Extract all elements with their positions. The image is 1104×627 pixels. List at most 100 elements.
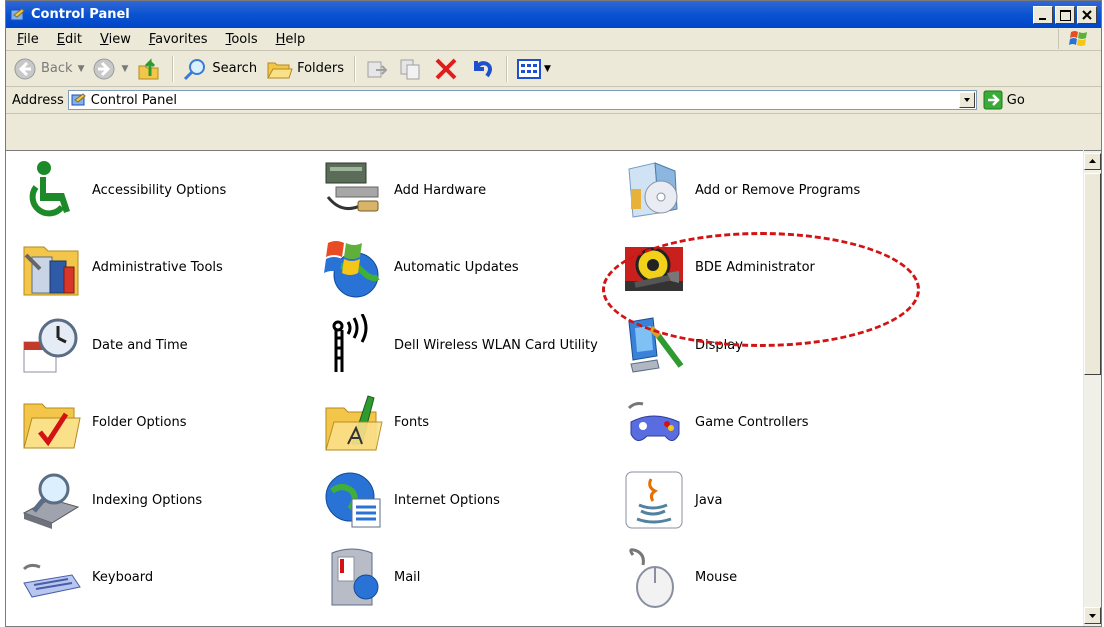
forward-arrow-icon <box>93 58 115 79</box>
address-dropdown-button[interactable] <box>958 92 975 108</box>
item-dell-wireless-wlan-card-utility[interactable]: Dell Wireless WLAN Card Utility <box>322 314 623 376</box>
up-folder-icon <box>138 57 159 79</box>
monitor-brush-icon <box>628 317 684 373</box>
gamepad-icon <box>627 401 680 441</box>
item-label: Indexing Options <box>92 492 203 508</box>
item-add-or-remove-programs[interactable]: Add or Remove Programs <box>623 159 923 221</box>
item-folder-options[interactable]: Folder Options <box>20 392 322 454</box>
go-arrow-icon <box>983 90 1003 110</box>
address-bar: Address Control Panel Go <box>6 87 1101 114</box>
back-button[interactable]: Back ▼ <box>10 54 87 84</box>
menu-view[interactable]: View <box>91 32 140 47</box>
views-icon <box>517 58 542 79</box>
item-label: BDE Administrator <box>695 260 815 275</box>
icon-grid: Accessibility Options Add Hardware Add o… <box>20 159 923 624</box>
back-dropdown-icon[interactable]: ▼ <box>78 64 85 74</box>
menu-help[interactable]: Help <box>267 32 315 47</box>
item-fonts[interactable]: Fonts <box>322 392 623 454</box>
menu-tools[interactable]: Tools <box>217 32 267 47</box>
move-to-button[interactable] <box>361 54 393 84</box>
item-internet-options[interactable]: Internet Options <box>322 469 623 531</box>
toolbar-separator <box>354 55 357 82</box>
item-java[interactable]: Java <box>623 469 923 531</box>
forward-button[interactable]: ▼ <box>89 54 131 84</box>
views-dropdown-icon[interactable]: ▼ <box>544 64 551 74</box>
item-administrative-tools[interactable]: Administrative Tools <box>20 237 322 299</box>
keyboard-icon <box>22 563 81 598</box>
search-button[interactable]: Search <box>179 54 260 84</box>
folders-label: Folders <box>297 61 345 76</box>
item-bde-administrator[interactable]: BDE Administrator <box>623 237 923 299</box>
control-panel-window: Control Panel File Edit View Favorites T… <box>5 0 1102 627</box>
item-indexing-options[interactable]: Indexing Options <box>20 469 322 531</box>
address-value: Control Panel <box>90 92 177 108</box>
folders-icon <box>267 62 293 78</box>
forward-dropdown-icon[interactable]: ▼ <box>121 64 128 74</box>
globe-list-icon <box>325 472 381 528</box>
undo-button[interactable] <box>465 54 499 84</box>
copy-to-icon <box>400 59 420 79</box>
scroll-thumb[interactable] <box>1084 173 1101 375</box>
item-label: Dell Wireless WLAN Card Utility <box>394 337 598 353</box>
scroll-down-button[interactable] <box>1084 607 1101 624</box>
address-label: Address <box>12 92 64 108</box>
admin-tools-icon <box>23 246 79 295</box>
menu-file[interactable]: File <box>8 32 48 47</box>
standard-toolbar: Back ▼ ▼ Search Folders ▼ <box>6 51 1101 87</box>
java-cup-icon <box>625 471 683 529</box>
item-game-controllers[interactable]: Game Controllers <box>623 392 923 454</box>
fonts-folder-icon <box>325 394 383 450</box>
windows-logo-icon <box>1058 29 1099 49</box>
folder-check-icon <box>23 403 81 448</box>
item-label: Fonts <box>394 415 430 430</box>
item-accessibility-options[interactable]: Accessibility Options <box>20 159 322 221</box>
copy-to-button[interactable] <box>395 54 427 84</box>
back-arrow-icon <box>14 58 36 79</box>
search-label: Search <box>212 61 258 76</box>
item-label: Internet Options <box>394 492 500 508</box>
menu-favorites[interactable]: Favorites <box>140 32 217 47</box>
item-keyboard[interactable]: Keyboard <box>20 547 322 609</box>
wheelchair-icon <box>29 161 70 217</box>
close-button[interactable] <box>1077 5 1097 24</box>
back-label: Back <box>41 61 73 76</box>
chevron-down-icon <box>1089 614 1096 618</box>
menu-edit[interactable]: Edit <box>48 32 91 47</box>
item-add-hardware[interactable]: Add Hardware <box>322 159 623 221</box>
search-icon <box>184 58 206 80</box>
item-date-and-time[interactable]: Date and Time <box>20 314 322 376</box>
up-folder-button[interactable] <box>133 54 165 84</box>
item-mail[interactable]: Mail <box>322 547 623 609</box>
item-label: Game Controllers <box>695 415 809 430</box>
control-panel-icon <box>10 7 25 20</box>
maximize-button[interactable] <box>1055 5 1075 24</box>
windows-globe-icon <box>324 240 380 297</box>
undo-icon <box>474 60 493 77</box>
address-field[interactable]: Control Panel <box>67 90 977 110</box>
chevron-up-icon <box>1089 159 1096 163</box>
go-label: Go <box>1006 92 1025 108</box>
item-label: Date and Time <box>92 337 188 353</box>
item-display[interactable]: Display <box>623 314 923 376</box>
chevron-down-icon <box>963 98 970 102</box>
minimize-button[interactable] <box>1033 5 1053 24</box>
views-button[interactable]: ▼ <box>513 54 554 84</box>
control-panel-items-view: Accessibility Options Add Hardware Add o… <box>6 150 1083 626</box>
item-label: Mail <box>394 570 421 585</box>
hardware-icon <box>325 162 379 212</box>
item-label: Display <box>695 337 743 353</box>
item-label: Java <box>695 492 723 508</box>
item-mouse[interactable]: Mouse <box>623 547 923 609</box>
wireless-antenna-icon <box>332 314 368 372</box>
go-button[interactable]: Go <box>983 90 1025 110</box>
item-label: Folder Options <box>92 415 187 430</box>
scroll-up-button[interactable] <box>1084 153 1101 170</box>
delete-button[interactable] <box>429 54 463 84</box>
item-automatic-updates[interactable]: Automatic Updates <box>322 237 623 299</box>
clock-calendar-icon <box>23 318 78 373</box>
vertical-scrollbar[interactable] <box>1084 150 1101 626</box>
folders-button[interactable]: Folders <box>262 54 347 84</box>
close-icon <box>1082 9 1092 20</box>
window-title: Control Panel <box>31 7 130 22</box>
title-bar[interactable]: Control Panel <box>6 1 1101 28</box>
